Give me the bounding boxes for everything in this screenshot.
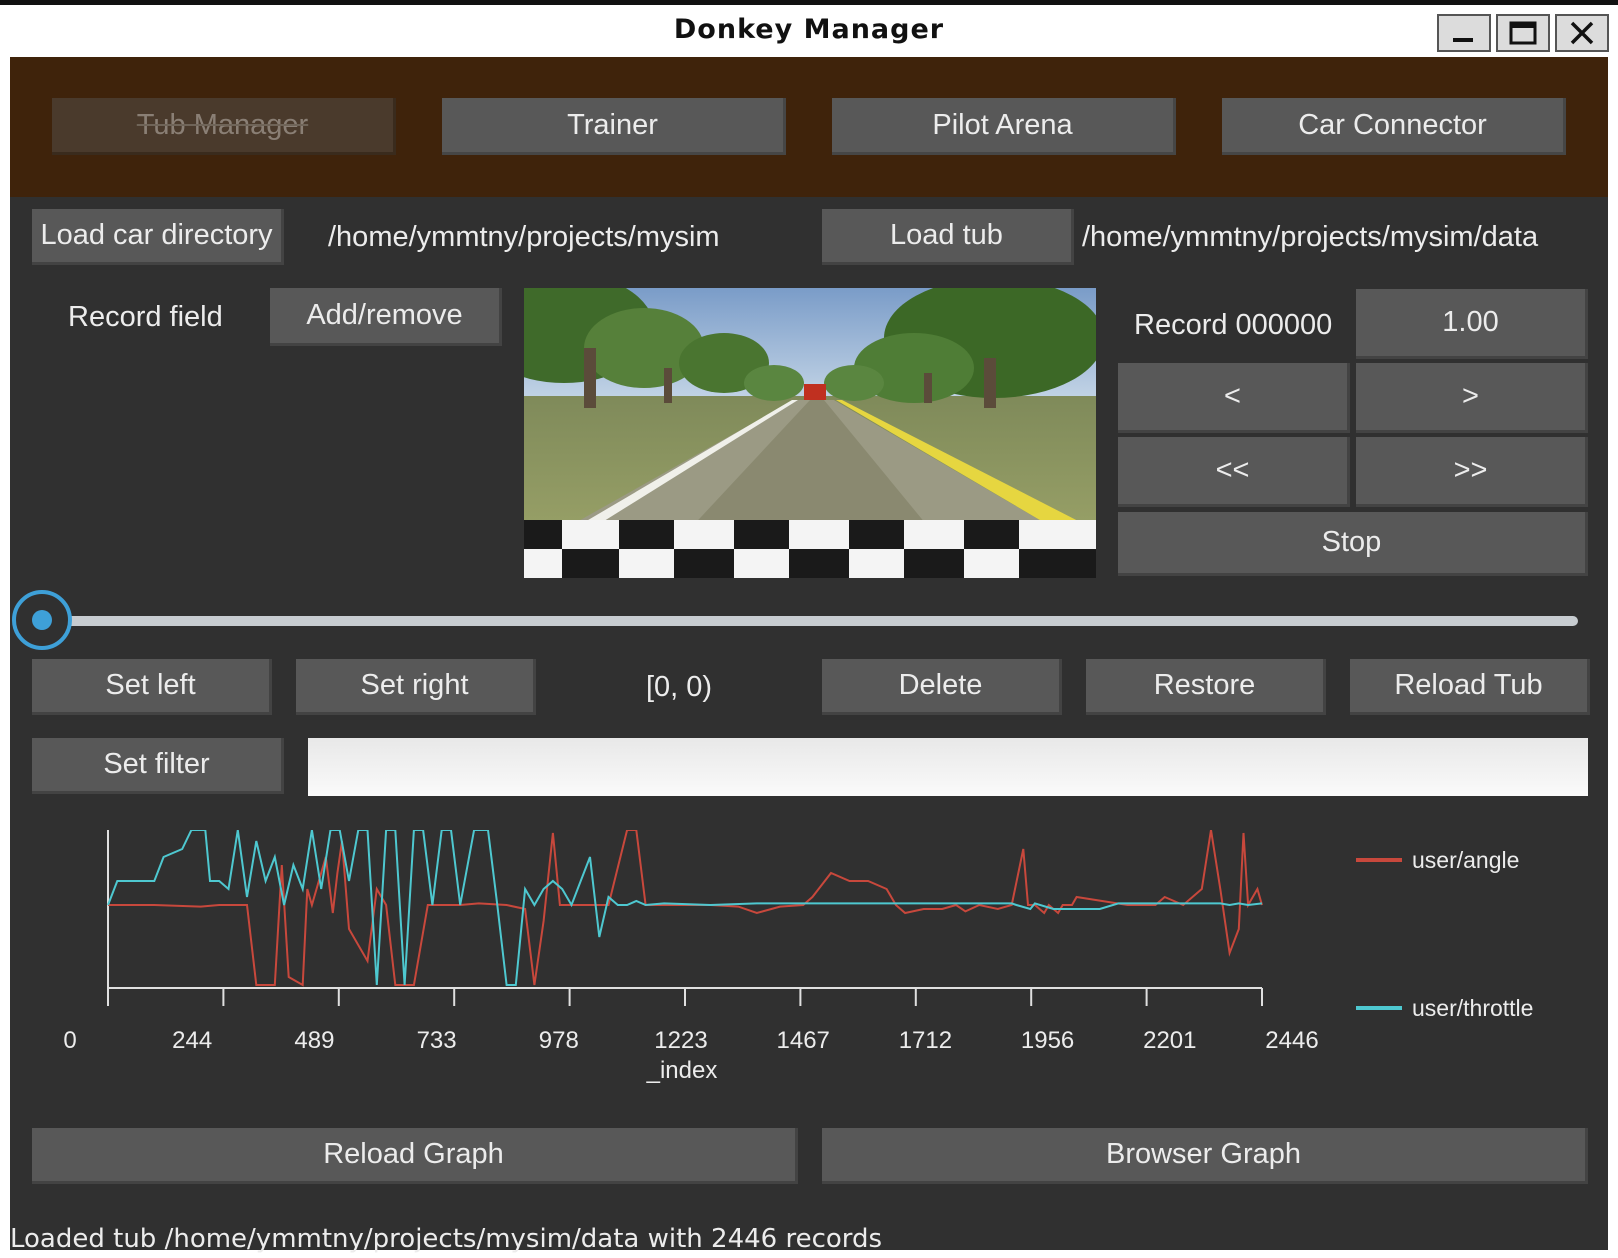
x-tick-label: 489 [294,1027,334,1054]
x-tick-label: 0 [63,1027,76,1054]
set-filter-button[interactable]: Set filter [32,738,284,794]
maximize-icon [1509,21,1537,45]
load-tub-button[interactable]: Load tub [822,209,1074,265]
previous-record-button[interactable]: < [1118,363,1350,433]
record-slider-track[interactable] [42,616,1578,626]
reload-graph-button[interactable]: Reload Graph [32,1128,798,1184]
record-field-label: Record field [68,301,223,333]
record-index-label: Record 000000 [1134,309,1333,341]
tab-label: Tub Manager [136,108,309,141]
x-tick-label: 2201 [1143,1027,1196,1054]
add-remove-field-button[interactable]: Add/remove [270,288,502,346]
fast-forward-button[interactable]: >> [1356,437,1588,507]
legend-label: user/throttle [1412,995,1533,1021]
load-car-directory-button[interactable]: Load car directory [32,209,284,265]
next-record-button[interactable]: > [1356,363,1588,433]
minimize-icon [1453,38,1473,42]
series-line-user-angle [108,830,1263,987]
rewind-button[interactable]: << [1118,437,1350,507]
browser-graph-button[interactable]: Browser Graph [822,1128,1588,1184]
playback-speed-spinner[interactable]: 1.00 [1356,289,1588,359]
series-line-user-throttle [107,830,1263,986]
selection-range-label: [0, 0) [646,671,713,703]
restore-button[interactable]: Restore [1086,659,1326,715]
tab-trainer[interactable]: Trainer [442,98,786,155]
reload-tub-button[interactable]: Reload Tub [1350,659,1590,715]
minimize-button[interactable] [1437,14,1491,52]
tab-label: Pilot Arena [932,108,1073,141]
close-icon [1570,21,1594,45]
x-tick-label: 978 [539,1027,579,1054]
set-left-button[interactable]: Set left [32,659,272,715]
x-tick-label: 244 [172,1027,212,1054]
car-directory-path: /home/ymmtny/projects/mysim [328,221,720,253]
x-tick-label: 2446 [1265,1027,1318,1054]
camera-frame-image [524,288,1096,578]
delete-button[interactable]: Delete [822,659,1062,715]
x-tick-label: 1712 [899,1027,952,1054]
tab-tub-manager[interactable]: Tub Manager [52,98,396,155]
stop-button[interactable]: Stop [1118,512,1588,576]
legend-label: user/angle [1412,847,1519,873]
slider-handle-dot [32,610,52,630]
x-tick-label: 1467 [777,1027,830,1054]
tab-pilot-arena[interactable]: Pilot Arena [832,98,1176,155]
tab-car-connector[interactable]: Car Connector [1222,98,1566,155]
x-tick-label: 1223 [654,1027,707,1054]
close-button[interactable] [1555,14,1609,52]
tub-directory-path: /home/ymmtny/projects/mysim/data [1082,221,1539,253]
set-right-button[interactable]: Set right [296,659,536,715]
filter-input[interactable] [308,738,1588,796]
tab-label: Car Connector [1298,108,1487,141]
x-tick-label: 1956 [1021,1027,1074,1054]
x-axis-label: _index [646,1057,718,1084]
window-title: Donkey Manager [673,14,945,45]
tab-label: Trainer [567,108,658,141]
record-graph: 0 244 489 733 978 1223 1467 1712 1956 2201 2446 _in… [63,830,1533,1084]
status-bar-text: Loaded tub /home/ymmtny/projects/mysim/d… [10,1224,883,1254]
maximize-button[interactable] [1496,14,1550,52]
x-tick-label: 733 [417,1027,457,1054]
